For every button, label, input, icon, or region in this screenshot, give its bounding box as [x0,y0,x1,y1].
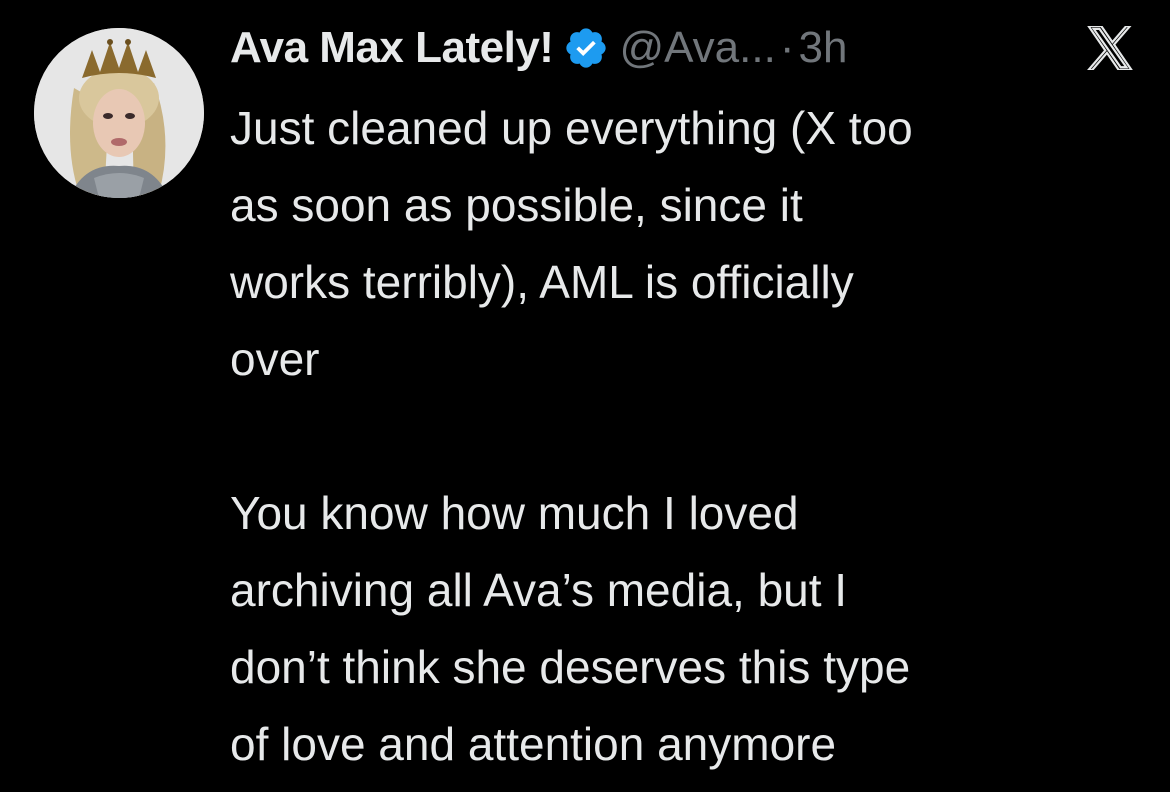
text-line: don’t think she deserves this type [230,641,911,693]
tweet-header: Ava Max Lately! @Ava... · 3h [230,18,847,78]
text-line: Just cleaned up everything (X too [230,102,913,154]
profile-photo [34,28,204,198]
author-display-name[interactable]: Ava Max Lately! [230,23,554,73]
verified-badge-icon[interactable] [563,25,609,71]
text-line: over [230,333,320,385]
text-line: of love and attention anymore [230,718,837,770]
tweet[interactable]: Ava Max Lately! @Ava... · 3h Just cleane… [0,0,1170,792]
author-handle[interactable]: @Ava... [619,23,775,73]
x-logo-icon[interactable] [1084,26,1136,70]
avatar[interactable] [34,28,204,198]
header-separator: · [779,23,795,72]
tweet-paragraph: Just cleaned up everything (X too as soo… [230,90,1145,398]
text-line: works terribly), AML is officially [230,256,854,308]
text-line: as soon as possible, since it [230,179,803,231]
tweet-paragraph: You know how much I loved archiving all … [230,475,1145,783]
tweet-timestamp[interactable]: 3h [798,23,847,73]
tweet-text: Just cleaned up everything (X too as soo… [230,90,1145,783]
text-line: You know how much I loved [230,487,799,539]
text-line: archiving all Ava’s media, but I [230,564,848,616]
